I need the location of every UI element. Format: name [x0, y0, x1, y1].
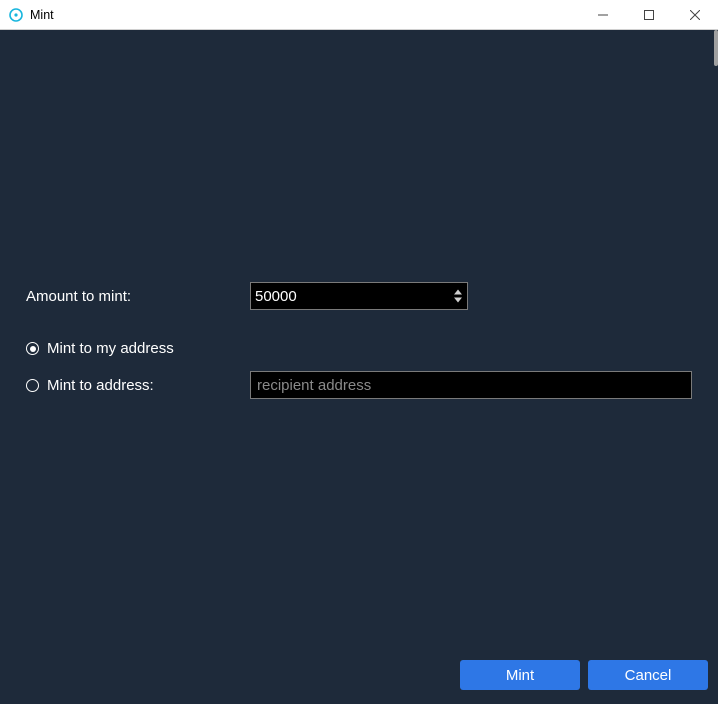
- recipient-address-input[interactable]: [250, 371, 692, 399]
- scrollbar-thumb[interactable]: [714, 30, 718, 66]
- amount-input[interactable]: [250, 282, 468, 310]
- amount-label: Amount to mint:: [26, 288, 250, 305]
- form: Amount to mint: Mint to my address: [26, 282, 692, 413]
- amount-input-container: [250, 282, 468, 310]
- spinner-up-button[interactable]: [452, 289, 464, 296]
- button-bar: Mint Cancel: [460, 660, 708, 690]
- cancel-button[interactable]: Cancel: [588, 660, 708, 690]
- content-area: Amount to mint: Mint to my address: [0, 30, 718, 704]
- minimize-button[interactable]: [580, 0, 626, 29]
- radio-my-address-icon: [26, 342, 39, 355]
- radio-to-address-clickable[interactable]: Mint to address:: [26, 377, 226, 394]
- radio-to-address-label: Mint to address:: [47, 377, 154, 394]
- mint-button[interactable]: Mint: [460, 660, 580, 690]
- app-icon: [8, 7, 24, 23]
- titlebar: Mint: [0, 0, 718, 30]
- radio-my-address-label: Mint to my address: [47, 340, 174, 357]
- amount-row: Amount to mint:: [26, 282, 692, 310]
- close-button[interactable]: [672, 0, 718, 29]
- spinner-down-button[interactable]: [452, 297, 464, 304]
- radio-to-address-icon: [26, 379, 39, 392]
- radio-to-address-row: Mint to address:: [26, 371, 692, 399]
- window-title: Mint: [30, 8, 580, 22]
- amount-spinner: [452, 289, 464, 304]
- maximize-button[interactable]: [626, 0, 672, 29]
- window-controls: [580, 0, 718, 29]
- radio-my-address-row[interactable]: Mint to my address: [26, 340, 692, 357]
